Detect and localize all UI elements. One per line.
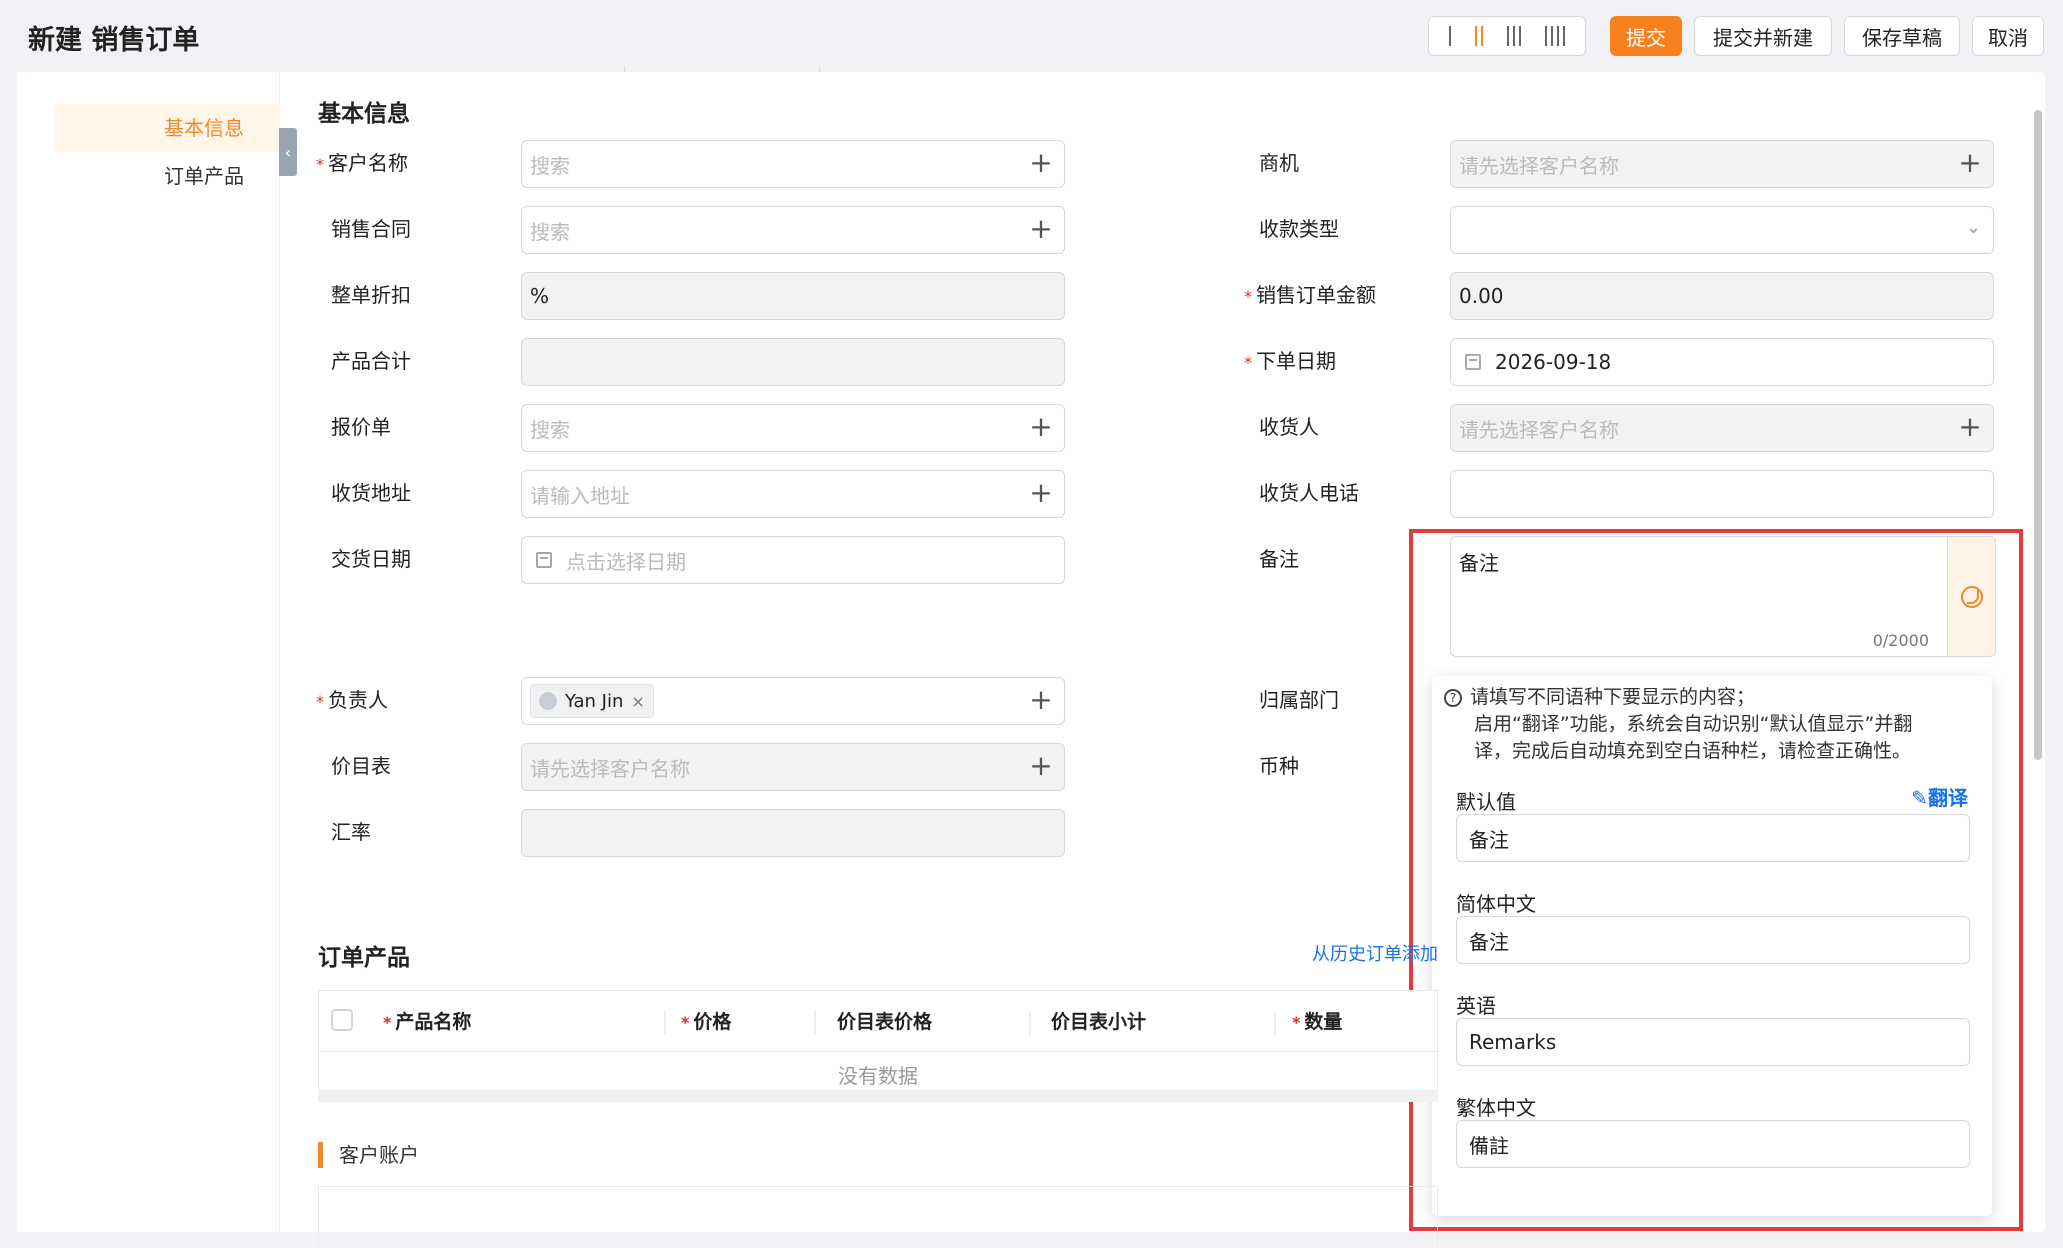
label-order-date: * 下单日期 bbox=[1244, 349, 1336, 373]
col-quantity[interactable]: * 数量 bbox=[1292, 1007, 1342, 1034]
exchange-rate-input bbox=[521, 809, 1065, 857]
label-consignee-phone: 收货人电话 bbox=[1259, 481, 1359, 505]
highlight-box bbox=[1409, 529, 2023, 1231]
page-scrollbar[interactable] bbox=[2034, 110, 2042, 760]
close-icon[interactable]: × bbox=[631, 692, 644, 711]
plus-icon[interactable]: + bbox=[1028, 215, 1054, 245]
three-column-icon[interactable] bbox=[1507, 26, 1521, 46]
label-delivery-date: 交货日期 bbox=[331, 547, 411, 571]
label-payment-type: 收款类型 bbox=[1259, 217, 1339, 241]
plus-icon[interactable]: + bbox=[1028, 479, 1054, 509]
payment-type-select[interactable]: ⌄ bbox=[1450, 206, 1994, 254]
select-all-checkbox[interactable] bbox=[331, 1009, 353, 1031]
four-column-icon[interactable] bbox=[1545, 26, 1565, 46]
label-product-total: 产品合计 bbox=[331, 349, 411, 373]
tab-basic-info[interactable]: 基本信息 bbox=[53, 104, 280, 152]
two-column-icon[interactable] bbox=[1475, 26, 1483, 46]
calendar-icon bbox=[1465, 354, 1481, 370]
page-title: 新建 销售订单 bbox=[28, 25, 200, 56]
label-ship-address: 收货地址 bbox=[331, 481, 411, 505]
plus-icon[interactable]: + bbox=[1028, 413, 1054, 443]
section-nav: 基本信息 订单产品 bbox=[17, 72, 280, 1232]
account-box bbox=[318, 1186, 1438, 1246]
col-product-name[interactable]: * 产品名称 bbox=[383, 1007, 471, 1034]
products-table-header: * 产品名称 * 价格 价目表价格 价目表小计 * 数量 bbox=[318, 990, 1438, 1052]
discount-input[interactable]: % bbox=[521, 272, 1065, 320]
label-owner: * 负责人 bbox=[316, 688, 388, 712]
label-currency: 币种 bbox=[1259, 754, 1299, 778]
contract-search-input[interactable]: 搜索 + bbox=[521, 206, 1065, 254]
collapse-nav-button[interactable]: ‹ bbox=[279, 128, 297, 176]
chevron-down-icon: ⌄ bbox=[1965, 217, 1981, 238]
quote-search-input[interactable]: 搜索 + bbox=[521, 404, 1065, 452]
consignee-input[interactable]: 请先选择客户名称 + bbox=[1450, 404, 1994, 452]
label-contract: 销售合同 bbox=[331, 217, 411, 241]
label-department: 归属部门 bbox=[1259, 688, 1339, 712]
order-amount-input[interactable]: 0.00 bbox=[1450, 272, 1994, 320]
label-quote: 报价单 bbox=[331, 415, 391, 439]
plus-icon[interactable]: + bbox=[1028, 686, 1054, 716]
plus-icon[interactable]: + bbox=[1957, 149, 1983, 179]
add-from-history-link[interactable]: 从历史订单添加 bbox=[1312, 940, 1438, 966]
delivery-date-picker[interactable]: 点击选择日期 bbox=[521, 536, 1065, 584]
label-price-list: 价目表 bbox=[331, 754, 391, 778]
chevron-left-icon: ‹ bbox=[284, 142, 292, 162]
label-order-amount: * 销售订单金额 bbox=[1244, 283, 1376, 307]
calendar-icon bbox=[536, 552, 552, 568]
order-date-picker[interactable]: 2026-09-18 bbox=[1450, 338, 1994, 386]
save-draft-button[interactable]: 保存草稿 bbox=[1844, 16, 1960, 56]
table-scrollbar[interactable] bbox=[318, 1090, 1438, 1102]
label-discount: 整单折扣 bbox=[331, 283, 411, 307]
one-column-icon[interactable] bbox=[1449, 26, 1451, 46]
section-title-account: 客户账户 bbox=[318, 1142, 419, 1168]
ship-address-input[interactable]: 请输入地址 + bbox=[521, 470, 1065, 518]
price-list-input[interactable]: 请先选择客户名称 + bbox=[521, 743, 1065, 791]
product-total-input bbox=[521, 338, 1065, 386]
submit-and-new-button[interactable]: 提交并新建 bbox=[1694, 16, 1832, 56]
label-consignee: 收货人 bbox=[1259, 415, 1319, 439]
tab-order-products[interactable]: 订单产品 bbox=[53, 152, 280, 200]
submit-button[interactable]: 提交 bbox=[1610, 16, 1682, 56]
label-opportunity: 商机 bbox=[1259, 151, 1299, 175]
label-exchange-rate: 汇率 bbox=[331, 820, 371, 844]
section-title-basic: 基本信息 bbox=[318, 101, 410, 127]
owner-select[interactable]: Yan Jin × + bbox=[521, 677, 1065, 725]
plus-icon[interactable]: + bbox=[1028, 149, 1054, 179]
owner-tag: Yan Jin × bbox=[530, 684, 654, 718]
avatar bbox=[539, 692, 557, 710]
plus-icon[interactable]: + bbox=[1028, 752, 1054, 782]
col-list-subtotal[interactable]: 价目表小计 bbox=[1051, 1007, 1146, 1034]
plus-icon[interactable]: + bbox=[1957, 413, 1983, 443]
customer-search-input[interactable]: 搜索 + bbox=[521, 140, 1065, 188]
top-bar: 新建 销售订单 提交 提交并新建 保存草稿 取消 bbox=[0, 0, 2063, 72]
section-title-products: 订单产品 bbox=[318, 945, 410, 971]
consignee-phone-input[interactable] bbox=[1450, 470, 1994, 518]
label-customer: * 客户名称 bbox=[316, 151, 408, 175]
cancel-button[interactable]: 取消 bbox=[1972, 16, 2044, 56]
label-remarks: 备注 bbox=[1259, 547, 1299, 571]
opportunity-input[interactable]: 请先选择客户名称 + bbox=[1450, 140, 1994, 188]
col-price[interactable]: * 价格 bbox=[681, 1007, 731, 1034]
col-list-price[interactable]: 价目表价格 bbox=[837, 1007, 932, 1034]
column-layout-switch[interactable] bbox=[1428, 16, 1586, 56]
